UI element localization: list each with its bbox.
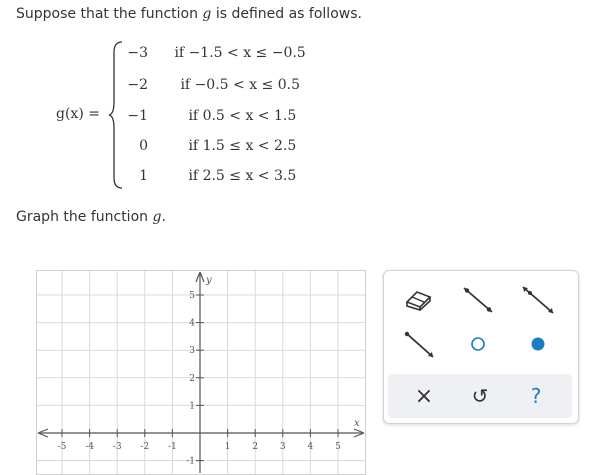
piece-value: 1 xyxy=(139,168,148,184)
piece-value: −2 xyxy=(127,77,148,93)
line-segment-icon xyxy=(463,287,493,313)
piece-value: −3 xyxy=(127,45,148,61)
x-tick-label: -4 xyxy=(85,442,94,452)
help-icon: ? xyxy=(530,384,542,408)
y-axis-label: y xyxy=(205,275,212,286)
ray-icon xyxy=(404,331,434,358)
instruction: Graph the function g. xyxy=(16,209,166,225)
eraser-icon xyxy=(405,291,432,312)
problem-prompt: Suppose that the function g is defined a… xyxy=(16,6,362,22)
eraser-tool[interactable] xyxy=(398,283,438,317)
graphing-toolbox: × ↺ ? xyxy=(383,270,579,424)
x-tick-label: -2 xyxy=(140,442,149,452)
piece-condition: if −0.5 < x ≤ 0.5 xyxy=(180,77,300,93)
x-tick-label: -3 xyxy=(113,442,122,452)
y-tick-label: 1 xyxy=(189,401,195,411)
piece-row: −2 if −0.5 < x ≤ 0.5 xyxy=(112,77,300,93)
x-tick-label: 2 xyxy=(252,442,258,452)
piece-row: 0 if 1.5 ≤ x < 2.5 xyxy=(112,138,296,154)
y-tick-label: 4 xyxy=(189,319,195,329)
x-tick-label: -1 xyxy=(168,442,177,452)
y-tick-label: 3 xyxy=(189,346,195,356)
open-dot-icon xyxy=(471,337,485,351)
piece-condition: if −1.5 < x ≤ −0.5 xyxy=(174,45,306,61)
open-dot-tool[interactable] xyxy=(458,327,498,361)
x-tick-label: -5 xyxy=(58,442,67,452)
x-axis-label: x xyxy=(354,418,360,429)
x-tick-label: 1 xyxy=(225,442,231,452)
y-tick-label: -1 xyxy=(186,457,195,467)
closed-dot-tool[interactable] xyxy=(518,327,558,361)
piece-row: −1 if 0.5 < x < 1.5 xyxy=(112,108,296,124)
prompt-text-end: is defined as follows. xyxy=(211,6,362,22)
instruction-text: Graph the function xyxy=(16,209,153,225)
undo-icon: ↺ xyxy=(471,384,489,408)
closed-dot-icon xyxy=(531,337,545,351)
help-button[interactable]: ? xyxy=(516,378,556,414)
x-tick-label: 4 xyxy=(308,442,314,452)
undo-button[interactable]: ↺ xyxy=(460,378,500,414)
y-tick-label: 5 xyxy=(189,291,195,301)
piece-condition: if 0.5 < x < 1.5 xyxy=(188,108,297,124)
y-tick-label: 2 xyxy=(189,374,195,384)
piece-condition: if 2.5 ≤ x < 3.5 xyxy=(188,168,297,184)
x-tick-label: 5 xyxy=(335,442,341,452)
clear-icon: × xyxy=(414,383,434,409)
line-icon xyxy=(522,286,554,314)
ray-tool[interactable] xyxy=(398,327,438,361)
piece-condition: if 1.5 ≤ x < 2.5 xyxy=(188,138,297,154)
function-name: g(x) = xyxy=(56,106,100,122)
x-tick-label: 3 xyxy=(280,442,286,452)
piece-row: 1 if 2.5 ≤ x < 3.5 xyxy=(112,168,296,184)
function-label: g(x) = xyxy=(56,106,100,122)
piece-value: 0 xyxy=(139,138,148,154)
graph-canvas[interactable]: -5 -4 -3 -2 -1 1 2 3 4 5 5 4 3 2 1 -1 x y xyxy=(36,270,366,475)
line-tool[interactable] xyxy=(518,283,558,317)
line-segment-tool[interactable] xyxy=(458,283,498,317)
instruction-end: . xyxy=(161,209,166,225)
piece-value: −1 xyxy=(127,108,148,124)
toolbox-action-bar: × ↺ ? xyxy=(388,374,572,418)
piece-row: −3 if −1.5 < x ≤ −0.5 xyxy=(112,45,306,61)
prompt-text-start: Suppose that the function xyxy=(16,6,203,22)
clear-button[interactable]: × xyxy=(404,378,444,414)
